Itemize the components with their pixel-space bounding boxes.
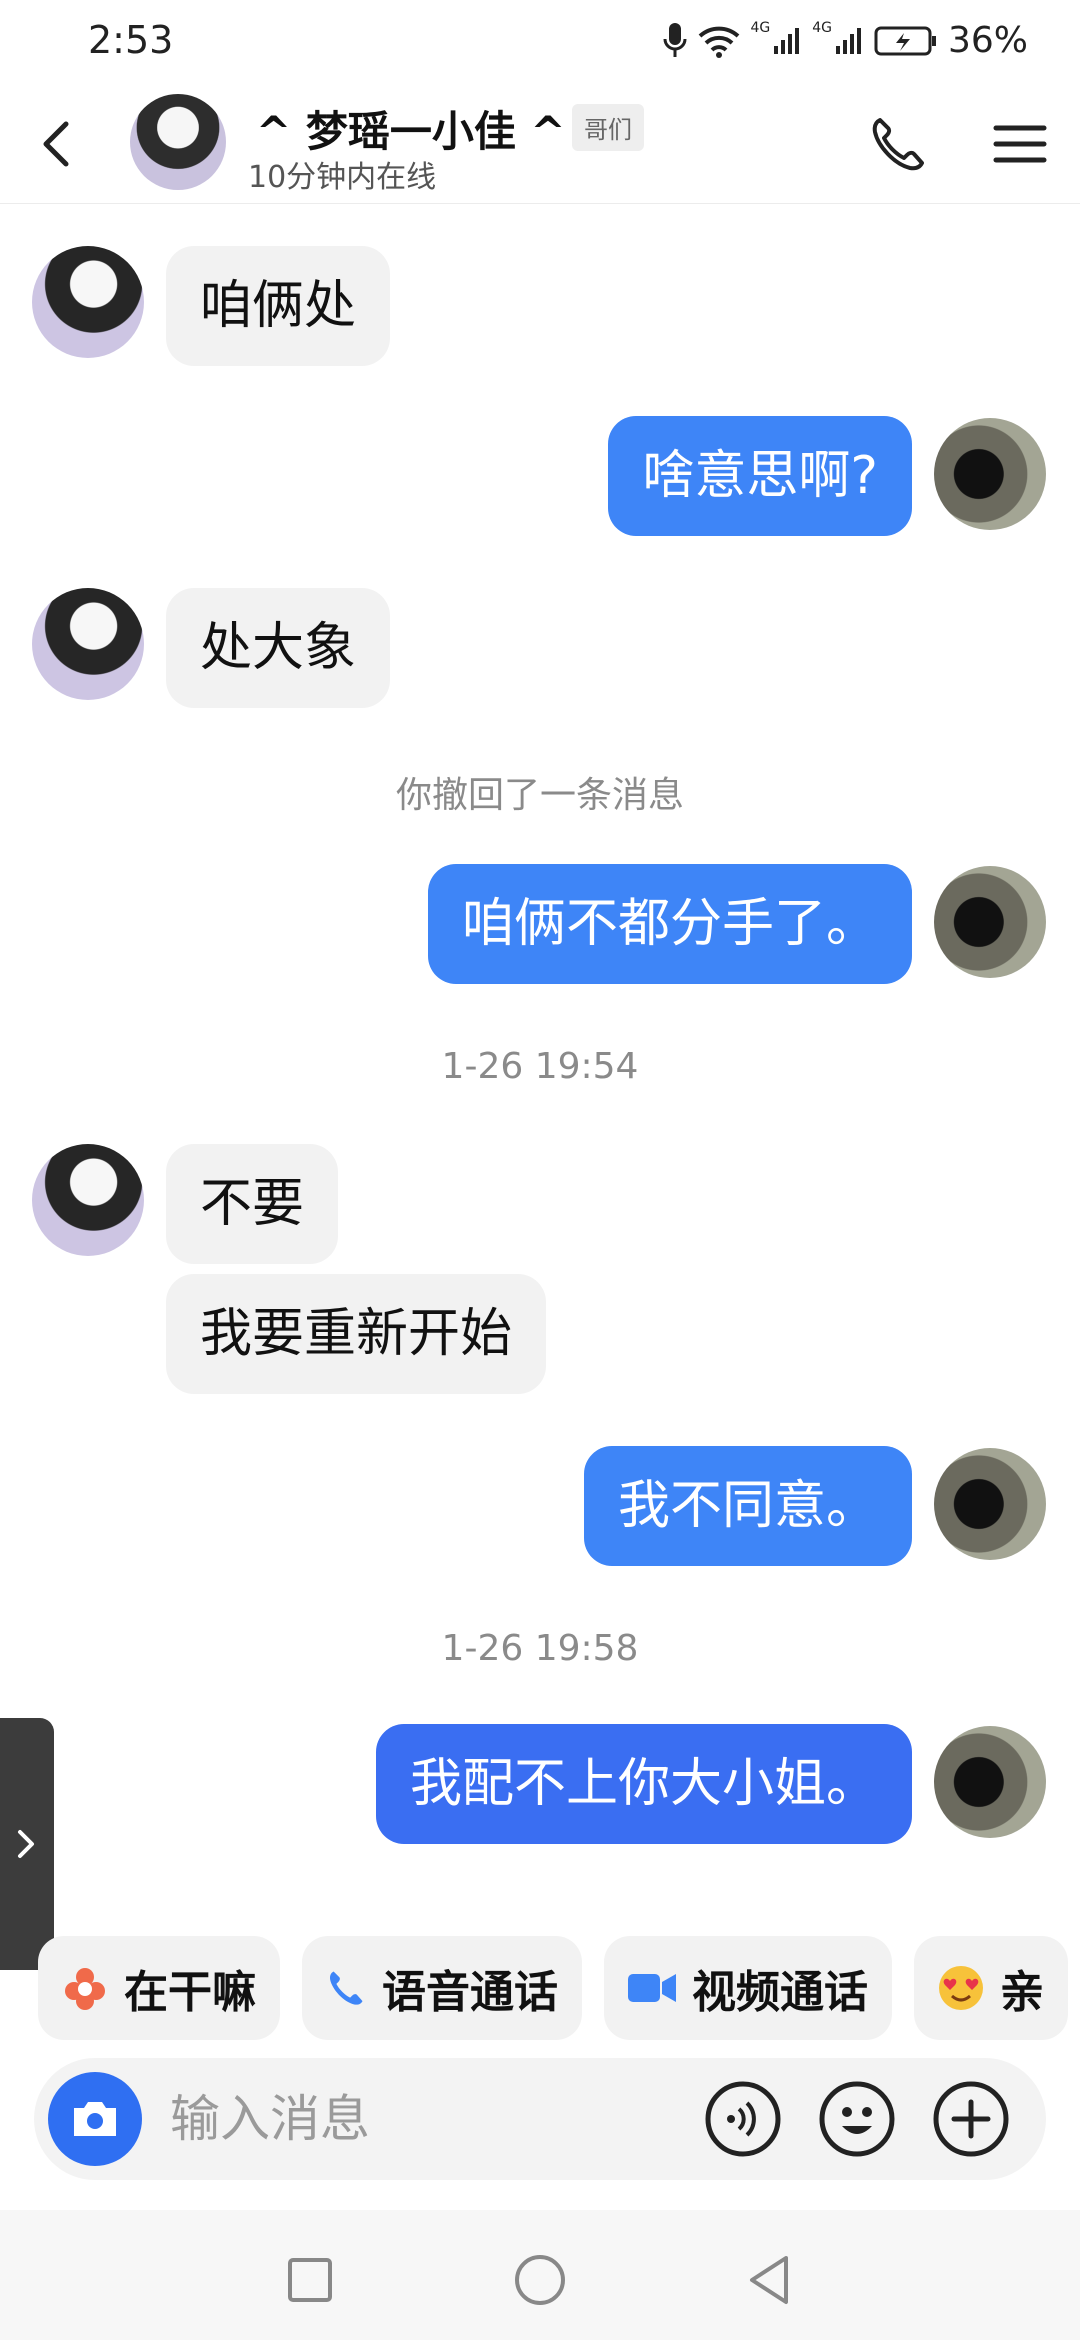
status-time: 2:53 bbox=[88, 18, 174, 62]
contact-name[interactable]: ^ 梦瑶一小佳 ^ bbox=[256, 98, 566, 159]
online-status: 10分钟内在线 bbox=[248, 160, 437, 195]
my-avatar[interactable] bbox=[934, 1448, 1046, 1560]
my-avatar[interactable] bbox=[934, 866, 1046, 978]
outgoing-message[interactable]: 我配不上你大小姐。 bbox=[375, 1724, 912, 1844]
smiley-icon bbox=[819, 2081, 895, 2157]
quick-actions: 在干嘛 语音通话 视频通话 亲 bbox=[38, 1936, 1068, 2040]
heart-eyes-emoji-icon bbox=[939, 1966, 983, 2010]
quick-action-kiss[interactable]: 亲 bbox=[914, 1936, 1068, 2040]
recall-notice: 你撤回了一条消息 bbox=[395, 775, 684, 816]
contact-avatar-msg[interactable] bbox=[32, 1144, 144, 1256]
microphone-icon bbox=[663, 22, 687, 57]
phone-icon bbox=[872, 118, 924, 171]
camera-button[interactable] bbox=[48, 2072, 142, 2166]
quick-action-voice-call[interactable]: 语音通话 bbox=[302, 1936, 582, 2040]
cell-signal-icon bbox=[774, 27, 800, 54]
incoming-message[interactable]: 不要 bbox=[166, 1144, 339, 1264]
emoji-button[interactable] bbox=[818, 2080, 896, 2158]
status-icons: 4G 4G 36% bbox=[662, 20, 1028, 61]
back-nav-button[interactable] bbox=[742, 2252, 798, 2308]
incoming-message[interactable]: 我要重新开始 bbox=[166, 1274, 547, 1394]
flower-icon bbox=[65, 1968, 105, 2010]
chevron-left-icon bbox=[43, 121, 69, 167]
outgoing-message[interactable]: 咱俩不都分手了。 bbox=[427, 864, 912, 984]
hamburger-menu-icon bbox=[993, 125, 1047, 163]
voice-call-button[interactable] bbox=[866, 112, 930, 176]
contact-avatar[interactable] bbox=[130, 94, 226, 190]
voice-wave-icon bbox=[705, 2081, 781, 2157]
quick-action-label: 亲 bbox=[1000, 1967, 1044, 2018]
quick-action-label: 视频通话 bbox=[692, 1967, 868, 2018]
menu-button[interactable] bbox=[990, 114, 1050, 174]
voice-input-button[interactable] bbox=[704, 2080, 782, 2158]
my-avatar[interactable] bbox=[934, 418, 1046, 530]
quick-action-label: 语音通话 bbox=[382, 1967, 558, 2018]
relation-tag: 哥们 bbox=[572, 104, 644, 151]
circle-icon bbox=[515, 2255, 565, 2305]
status-bar: 2:53 4G 4G 36% bbox=[0, 0, 1080, 84]
message-input-bar bbox=[34, 2058, 1046, 2180]
square-icon bbox=[288, 2258, 332, 2302]
video-camera-icon bbox=[628, 1974, 676, 2002]
incoming-message[interactable]: 处大象 bbox=[166, 588, 391, 708]
outgoing-message[interactable]: 我不同意。 bbox=[583, 1446, 912, 1566]
quick-action-label: 在干嘛 bbox=[124, 1967, 256, 2018]
battery-percent: 36% bbox=[947, 20, 1028, 61]
side-drawer-handle[interactable] bbox=[0, 1718, 54, 1970]
quick-action-doing[interactable]: 在干嘛 bbox=[38, 1936, 280, 2040]
camera-icon bbox=[74, 2102, 116, 2136]
battery-icon bbox=[874, 26, 936, 55]
wifi-icon bbox=[699, 26, 740, 58]
home-button[interactable] bbox=[512, 2252, 568, 2308]
quick-action-video-call[interactable]: 视频通话 bbox=[604, 1936, 892, 2040]
timestamp: 1-26 19:58 bbox=[441, 1628, 639, 1669]
my-avatar[interactable] bbox=[934, 1726, 1046, 1838]
chevron-right-icon bbox=[18, 1830, 34, 1858]
contact-avatar-msg[interactable] bbox=[32, 588, 144, 700]
system-nav-bar bbox=[0, 2210, 1080, 2340]
recent-apps-button[interactable] bbox=[282, 2252, 338, 2308]
plus-icon bbox=[933, 2081, 1009, 2157]
signal-label-2: 4G bbox=[812, 20, 832, 36]
signal-label-1: 4G bbox=[750, 20, 771, 36]
triangle-back-icon bbox=[750, 2256, 788, 2304]
incoming-message[interactable]: 咱俩处 bbox=[166, 246, 391, 366]
phone-icon bbox=[330, 1971, 363, 2005]
cell-signal-icon-2 bbox=[835, 27, 861, 54]
back-button[interactable] bbox=[28, 114, 88, 174]
contact-avatar-msg[interactable] bbox=[32, 246, 144, 358]
outgoing-message[interactable]: 啥意思啊? bbox=[608, 416, 912, 536]
timestamp: 1-26 19:54 bbox=[441, 1046, 639, 1087]
chat-header: ^ 梦瑶一小佳 ^ 哥们 10分钟内在线 bbox=[0, 84, 1080, 204]
message-input[interactable] bbox=[170, 2084, 670, 2154]
more-options-button[interactable] bbox=[932, 2080, 1010, 2158]
